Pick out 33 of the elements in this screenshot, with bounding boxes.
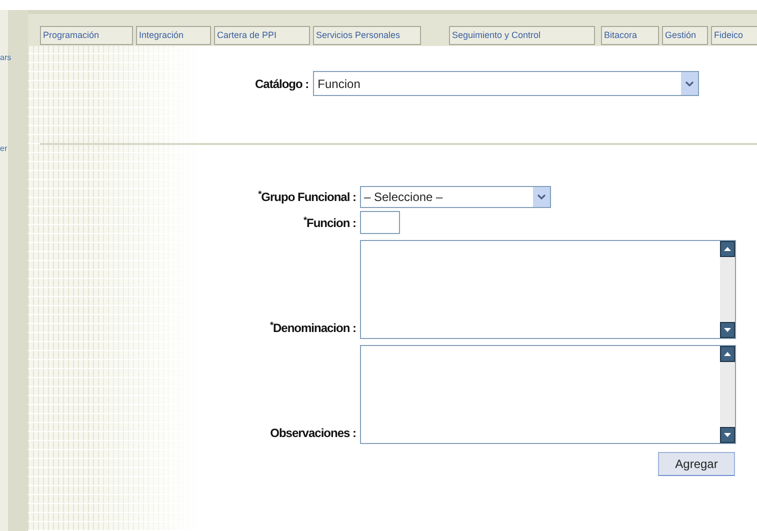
catalog-select[interactable]: Funcion: [312, 71, 699, 96]
select-value: – Seleccione –: [363, 189, 444, 206]
nav-tab[interactable]: Bitacora: [601, 26, 659, 45]
field-label: Observaciones :: [269, 425, 357, 442]
field-label: $^{*}$Denominacion :: [268, 319, 357, 337]
scroll-down-button[interactable]: [720, 322, 735, 338]
scrollbar[interactable]: [720, 241, 735, 338]
nav-tab[interactable]: Integración: [136, 26, 211, 45]
nav-tab[interactable]: Servicios Personales: [313, 26, 421, 45]
triangle-down-icon: [724, 433, 731, 437]
input-field[interactable]: [360, 211, 400, 234]
group-select[interactable]: – Seleccione –: [360, 186, 551, 208]
chevron-down-icon: [537, 194, 546, 200]
scroll-up-button[interactable]: [720, 346, 735, 362]
scroll-up-button[interactable]: [720, 241, 735, 257]
nav-tab[interactable]: Programación: [40, 26, 133, 45]
triangle-up-icon: [724, 247, 731, 251]
scrollbar[interactable]: [720, 346, 735, 443]
triangle-down-icon: [724, 328, 731, 332]
nav-tab[interactable]: Cartera de PPI: [214, 26, 310, 45]
add-button[interactable]: Agregar: [658, 452, 735, 476]
triangle-up-icon: [724, 352, 731, 356]
nav-tab[interactable]: Seguimiento y Control: [449, 26, 595, 45]
scroll-down-button[interactable]: [720, 427, 735, 443]
nav-tab[interactable]: Gestión: [662, 26, 708, 45]
link-fragment[interactable]: er: [0, 145, 14, 153]
chevron-down-icon: [684, 80, 694, 86]
field-label: $^{*}$Grupo Funcional :: [257, 188, 357, 206]
catalog-label: Catálogo :: [255, 76, 309, 93]
link-fragment[interactable]: ars: [0, 54, 14, 62]
select-value: Funcion: [316, 76, 362, 92]
field-label: $^{*}$Funcion :: [302, 214, 357, 232]
nav-tab[interactable]: Fideico: [711, 26, 757, 45]
